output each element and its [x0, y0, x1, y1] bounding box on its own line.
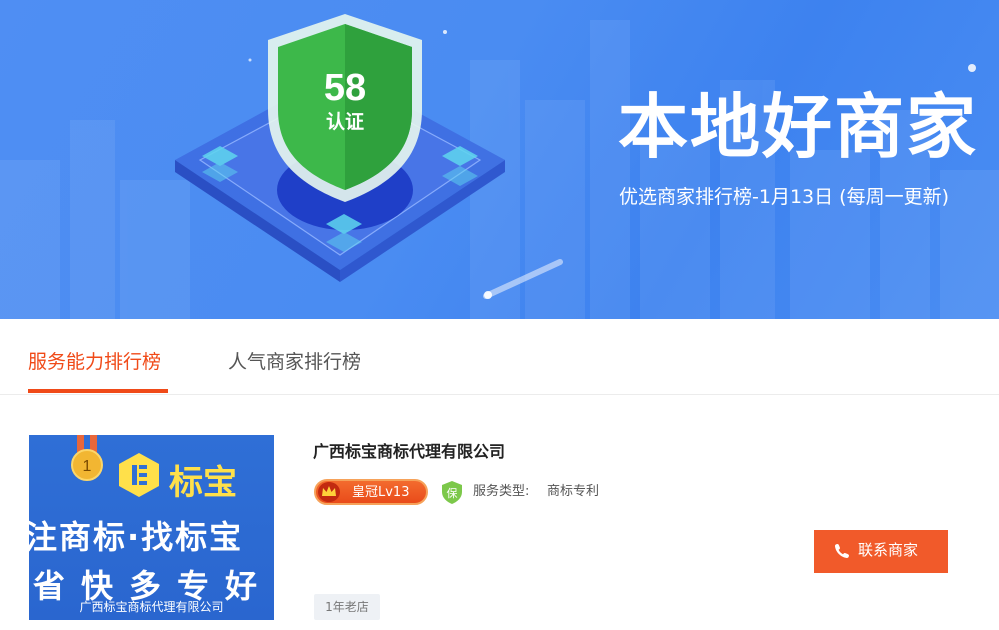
banner-subtitle: 优选商家排行榜-1月13日 (每周一更新): [619, 186, 949, 208]
merchant-thumbnail[interactable]: 1 标宝 注商标·找标宝 省快多专好 广西标宝商标代理有限公司: [29, 435, 274, 620]
phone-icon: [834, 544, 849, 559]
thumb-brand: 标宝: [169, 463, 237, 503]
shield-text: 认证: [326, 110, 364, 133]
shield-58-icon: 58 认证: [175, 14, 505, 282]
service-type-label: 服务类型:: [473, 484, 530, 499]
active-tab-indicator: [28, 389, 168, 393]
contact-merchant-button[interactable]: 联系商家: [814, 530, 948, 573]
service-type-value: 商标专利: [547, 484, 600, 499]
brand-logo-icon: [119, 453, 159, 497]
contact-merchant-label: 联系商家: [858, 542, 919, 559]
tab-service-ranking[interactable]: 服务能力排行榜: [28, 347, 161, 377]
level-label: 皇冠Lv13: [352, 485, 410, 500]
tab-popularity-ranking[interactable]: 人气商家排行榜: [228, 347, 361, 377]
shield-number: 58: [324, 67, 366, 109]
store-age-tag: 1年老店: [314, 594, 380, 620]
thumb-footer: 广西标宝商标代理有限公司: [79, 600, 224, 614]
merchant-name[interactable]: 广西标宝商标代理有限公司: [313, 440, 505, 464]
banner-title: 本地好商家: [618, 86, 978, 168]
rank-number: 1: [83, 458, 92, 475]
hero-banner: 58 认证 本地好商家 优选商家排行榜-1月13日 (每周一更新): [0, 0, 999, 319]
bao-text: 保: [447, 486, 458, 500]
thumb-slogan-1: 注商标·找标宝: [29, 518, 244, 556]
medal-icon: 1: [71, 435, 103, 481]
level-badge: 皇冠Lv13: [314, 479, 428, 505]
bao-shield-icon: 保: [442, 481, 462, 504]
ranking-tabs: 服务能力排行榜 人气商家排行榜: [0, 319, 999, 395]
crown-icon: [318, 482, 340, 502]
